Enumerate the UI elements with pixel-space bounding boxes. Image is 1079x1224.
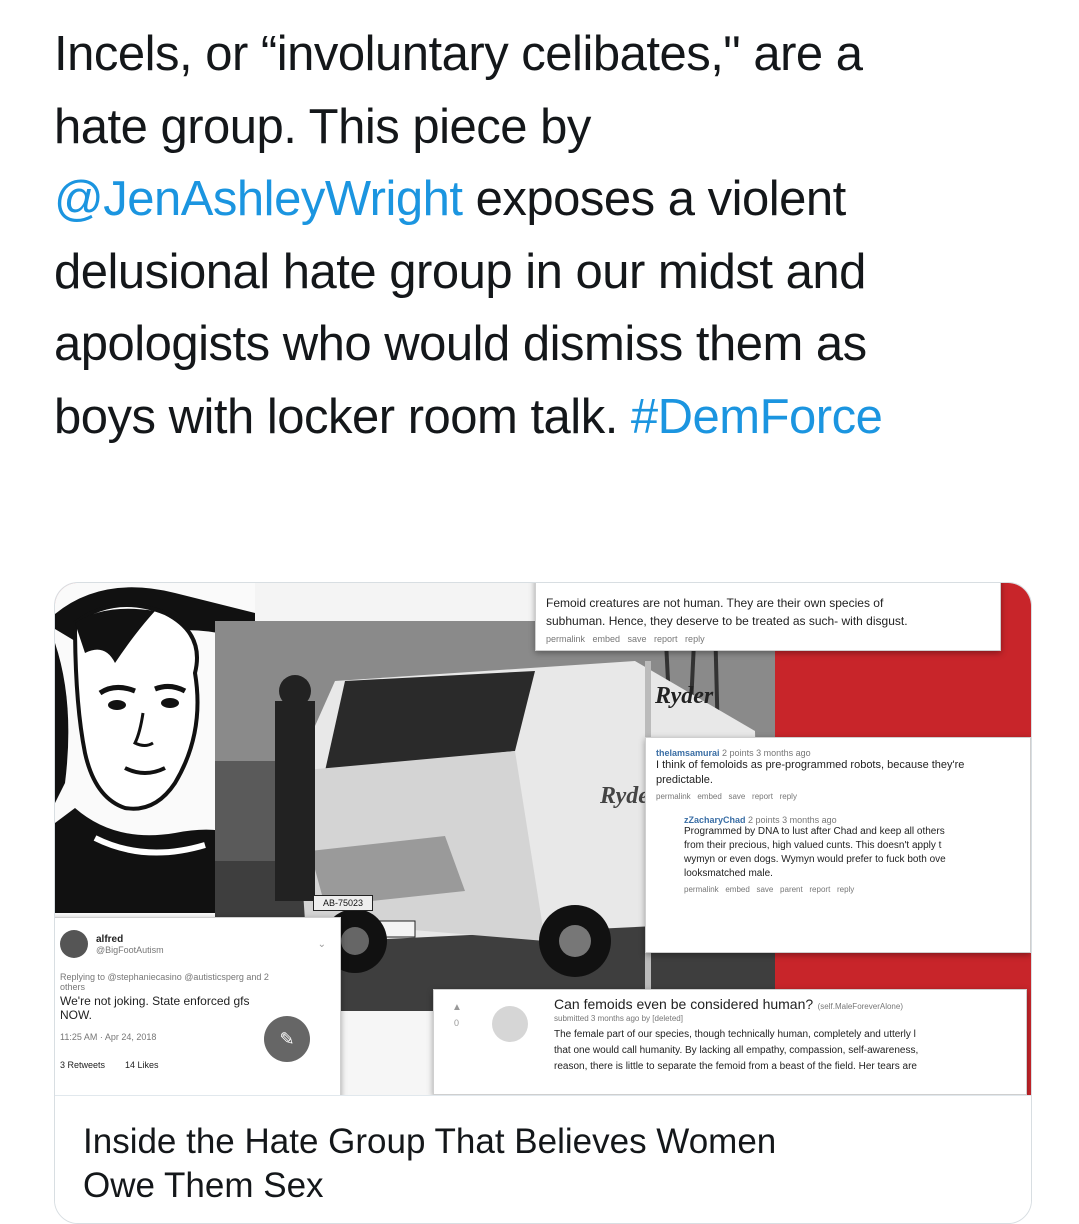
tweet-line-5: apologists who would dismiss them as	[54, 308, 1054, 381]
post-body-line-2: that one would call humanity. By lacking…	[554, 1045, 919, 1056]
embedded-tweet-screenshot: alfred @BigFootAutism ⌄ Replying to @ste…	[55, 917, 341, 1095]
tweet-text-segment: hate group. This piece by	[54, 99, 591, 154]
comment-2-line-2: predictable.	[656, 774, 713, 786]
tweet-line-1: Incels, or “involuntary celibates," are …	[54, 18, 1054, 91]
embedded-tweet-header: alfred @BigFootAutism ⌄	[60, 930, 326, 958]
card-image[interactable]: Ryder Ryde AB-75023 Femoid creatures are…	[55, 583, 1031, 1095]
tweet-text-segment: exposes a violent	[462, 172, 847, 226]
tweet-text: Incels, or “involuntary celibates," are …	[54, 18, 1054, 453]
tweet-text-segment: apologists who would dismiss them as	[54, 317, 867, 371]
post-body-line-3: reason, there is little to separate the …	[554, 1061, 917, 1072]
card-title[interactable]: Inside the Hate Group That Believes Wome…	[83, 1120, 1003, 1208]
embedded-tweet-text-1: We're not joking. State enforced gfs	[60, 994, 250, 1008]
comment-2-line-1: I think of femoloids as pre-programmed r…	[656, 759, 965, 771]
embedded-tweet-likes: 14 Likes	[125, 1060, 159, 1070]
link-card[interactable]: Ryder Ryde AB-75023 Femoid creatures are…	[54, 582, 1032, 1224]
post-vote-count: 0	[454, 1018, 460, 1028]
comment-3-meta: 2 points 3 months ago	[748, 815, 837, 825]
comment-2-actions: permalink embed save report reply	[656, 792, 797, 801]
embedded-tweet-name: alfred	[96, 933, 124, 945]
post-thumbnail-icon	[492, 1006, 528, 1042]
tweet-text-segment: boys with locker room talk.	[54, 389, 631, 444]
comment-3-line-1: Programmed by DNA to lust after Chad and…	[684, 826, 945, 837]
card-footer[interactable]: Inside the Hate Group That Believes Wome…	[55, 1095, 1031, 1223]
comment-3-line-4: looksmatched male.	[684, 868, 773, 879]
hashtag-link[interactable]: #DemForce	[631, 390, 883, 444]
post-title: Can femoids even be considered human?	[554, 996, 814, 1012]
comment-3-user: zZacharyChad	[684, 815, 746, 825]
embedded-tweet-replying: Replying to @stephaniecasino @autisticsp…	[60, 972, 269, 982]
van-side-label: Ryde	[600, 783, 649, 809]
tweet-line-3: @JenAshleyWright exposes a violent	[54, 163, 1054, 236]
comment-screenshot-1: Femoid creatures are not human. They are…	[535, 583, 1001, 651]
tweet-text-segment: delusional hate group in our midst and	[54, 244, 866, 299]
post-content: Can femoids even be considered human? (s…	[554, 996, 1016, 1075]
comment-3-line-2: from their precious, high valued cunts. …	[684, 840, 942, 851]
comment-2-meta: 2 points 3 months ago	[722, 748, 811, 758]
comment-3-header: zZacharyChad 2 points 3 months ago	[684, 815, 1020, 825]
comment-3-line-3: wymyn or even dogs. Wymyn would prefer t…	[684, 854, 946, 865]
embedded-tweet-handle: @BigFootAutism	[96, 944, 164, 955]
post-screenshot: ▲ 0 Can femoids even be considered human…	[433, 989, 1027, 1095]
mention-link[interactable]: @JenAshleyWright	[54, 172, 463, 226]
embedded-tweet-replying-2: others	[60, 982, 86, 992]
post-body-line-1: The female part of our species, though t…	[554, 1029, 916, 1040]
post-submitted: submitted 3 months ago by [deleted]	[554, 1014, 683, 1023]
tweet-line-6: boys with locker room talk. #DemForce	[54, 381, 1054, 454]
card-title-line-2: Owe Them Sex	[83, 1166, 324, 1205]
comment-1-actions: permalink embed save report reply	[546, 634, 705, 644]
comment-2-user: thelamsamurai	[656, 748, 720, 758]
chevron-down-icon: ⌄	[317, 938, 326, 950]
comment-1-line-2: subhuman. Hence, they deserve to be trea…	[546, 614, 908, 628]
tweet-text-segment: Incels, or “involuntary celibates," are …	[54, 27, 863, 81]
embedded-tweet-retweets: 3 Retweets	[60, 1060, 106, 1070]
avatar	[60, 930, 88, 958]
comment-1-line-1: Femoid creatures are not human. They are…	[546, 596, 884, 610]
comment-screenshot-2: thelamsamurai 2 points 3 months ago I th…	[645, 737, 1031, 953]
van-brand-label: Ryder	[655, 683, 714, 709]
comment-3: zZacharyChad 2 points 3 months ago Progr…	[684, 815, 1020, 894]
tweet-line-2: hate group. This piece by	[54, 91, 1054, 164]
tweet-line-4: delusional hate group in our midst and	[54, 236, 1054, 309]
card-title-line-1: Inside the Hate Group That Believes Wome…	[83, 1122, 777, 1161]
post-flair: (self.MaleForeverAlone)	[817, 1002, 903, 1011]
license-plate: AB-75023	[313, 895, 373, 911]
comment-2-header: thelamsamurai 2 points 3 months ago	[656, 748, 1020, 758]
post-title-row: Can femoids even be considered human? (s…	[554, 996, 1016, 1014]
compose-icon: ✎	[264, 1016, 310, 1062]
comment-3-actions: permalink embed save parent report reply	[684, 885, 855, 894]
upvote-arrow-icon: ▲	[452, 1002, 462, 1013]
